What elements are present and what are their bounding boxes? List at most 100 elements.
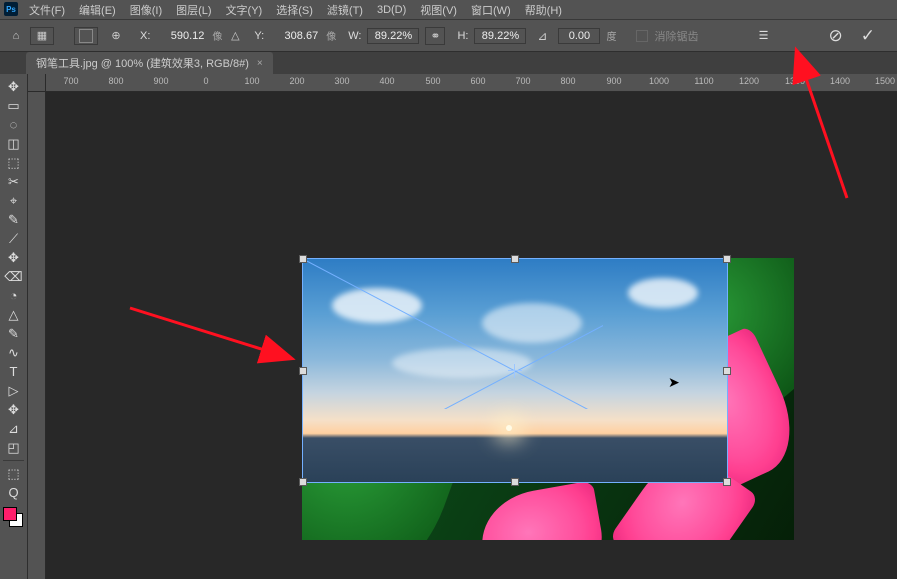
menu-3d[interactable]: 3D(D) — [370, 1, 413, 19]
dodge-tool[interactable]: ∿ — [3, 344, 25, 361]
commit-transform-icon[interactable]: ✓ — [861, 26, 875, 46]
canvas-area[interactable]: 700 800 900 0 100 200 300 400 500 600 70… — [28, 74, 897, 579]
horizontal-ruler: 700 800 900 0 100 200 300 400 500 600 70… — [46, 74, 897, 92]
move-tool[interactable]: ✥ — [3, 78, 25, 95]
ruler-tick: 100 — [244, 76, 259, 86]
ruler-tick: 1400 — [830, 76, 850, 86]
transform-handle-br[interactable] — [723, 478, 731, 486]
h-input[interactable] — [474, 28, 526, 44]
edit-toolbar-tool[interactable]: ⬚ — [3, 465, 25, 482]
ruler-tick: 900 — [153, 76, 168, 86]
y-label: Y: — [254, 30, 264, 42]
document-tab-title: 钢笔工具.jpg @ 100% (建筑效果3, RGB/8#) — [36, 55, 249, 71]
path-select-tool[interactable]: ▷ — [3, 382, 25, 399]
ruler-tick: 200 — [289, 76, 304, 86]
antialias-checkbox[interactable] — [636, 30, 648, 42]
quickmask-tool[interactable]: Q — [3, 484, 25, 501]
ruler-tick: 500 — [425, 76, 440, 86]
w-input[interactable] — [367, 28, 419, 44]
ruler-tick: 300 — [334, 76, 349, 86]
transform-handle-tm[interactable] — [511, 255, 519, 263]
vertical-ruler — [28, 92, 46, 579]
close-tab-icon[interactable]: × — [257, 58, 263, 69]
angle-input[interactable] — [558, 28, 600, 44]
ruler-tick: 700 — [63, 76, 78, 86]
blur-tool[interactable]: △ — [3, 306, 25, 323]
target-icon[interactable]: ⊕ — [104, 27, 128, 45]
eraser-tool[interactable]: ⌫ — [3, 268, 25, 285]
w-label: W: — [348, 30, 361, 42]
toolbox: ✥ ▭ ◌ ◫ ⬚ ✂ ⌖ ✎ ⟋ ✥ ⌫ ◔ △ ✎ ∿ T ▷ ✥ ⊿ ◰ … — [0, 74, 28, 579]
marquee-tool[interactable]: ▭ — [3, 97, 25, 114]
clone-tool[interactable]: ⟋ — [3, 230, 25, 247]
reference-anchor-icon[interactable]: ▦ — [30, 27, 54, 45]
ruler-tick: 1500 — [875, 76, 895, 86]
link-aspect-icon[interactable]: ⚭ — [425, 27, 445, 45]
y-input[interactable] — [270, 30, 320, 42]
menu-filter[interactable]: 滤镜(T) — [320, 0, 370, 21]
menu-bar: Ps 文件(F) 编辑(E) 图像(I) 图层(L) 文字(Y) 选择(S) 滤… — [0, 0, 897, 20]
options-right-actions: ☰ ⊘ ✓ — [759, 26, 889, 46]
foreground-swatch[interactable] — [3, 507, 17, 521]
antialias-label: 消除锯齿 — [654, 28, 698, 44]
ruler-tick: 1100 — [694, 76, 713, 86]
toolbox-divider — [3, 460, 25, 461]
ruler-tick: 600 — [470, 76, 485, 86]
ruler-tick: 400 — [379, 76, 394, 86]
triangle-icon[interactable]: △ — [228, 27, 242, 45]
menu-help[interactable]: 帮助(H) — [518, 0, 569, 21]
transform-handle-tr[interactable] — [723, 255, 731, 263]
angle-icon: ⊿ — [532, 27, 552, 45]
x-unit: 像 — [212, 28, 222, 43]
ruler-tick: 700 — [515, 76, 530, 86]
shape-tool[interactable]: ✥ — [3, 401, 25, 418]
menu-edit[interactable]: 编辑(E) — [72, 0, 123, 21]
ruler-tick: 0 — [203, 76, 208, 86]
mouse-cursor-icon: ➤ — [668, 374, 680, 391]
transform-handle-tl[interactable] — [299, 255, 307, 263]
document-tab-bar: 钢笔工具.jpg @ 100% (建筑效果3, RGB/8#) × — [0, 52, 897, 74]
ruler-tick: 800 — [560, 76, 575, 86]
menu-type[interactable]: 文字(Y) — [219, 0, 270, 21]
ruler-tick: 1200 — [739, 76, 759, 86]
workspace: ✥ ▭ ◌ ◫ ⬚ ✂ ⌖ ✎ ⟋ ✥ ⌫ ◔ △ ✎ ∿ T ▷ ✥ ⊿ ◰ … — [0, 74, 897, 579]
transform-center-ref[interactable] — [510, 366, 520, 376]
reference-point-widget[interactable] — [74, 27, 98, 45]
menu-layer[interactable]: 图层(L) — [169, 0, 218, 21]
color-swatch[interactable] — [3, 507, 25, 529]
healing-tool[interactable]: ⌖ — [3, 192, 25, 209]
ruler-tick: 1000 — [649, 76, 669, 86]
x-label: X: — [140, 30, 150, 42]
home-icon[interactable]: ⌂ — [8, 30, 24, 42]
brush-tool[interactable]: ✎ — [3, 211, 25, 228]
interpolation-icon[interactable]: ☰ — [759, 29, 769, 42]
menu-select[interactable]: 选择(S) — [269, 0, 320, 21]
menu-window[interactable]: 窗口(W) — [464, 0, 518, 21]
y-unit: 像 — [326, 28, 336, 43]
zoom-tool[interactable]: ◰ — [3, 439, 25, 456]
pen-tool[interactable]: ✎ — [3, 325, 25, 342]
crop-tool[interactable]: ◫ — [3, 135, 25, 152]
transform-handle-ml[interactable] — [299, 367, 307, 375]
ruler-corner — [28, 74, 46, 92]
frame-tool[interactable]: ⬚ — [3, 154, 25, 171]
lasso-tool[interactable]: ◌ — [3, 116, 25, 133]
cancel-transform-icon[interactable]: ⊘ — [829, 26, 843, 46]
hand-tool[interactable]: ⊿ — [3, 420, 25, 437]
transform-handle-bl[interactable] — [299, 478, 307, 486]
gradient-tool[interactable]: ◔ — [3, 287, 25, 304]
h-label: H: — [457, 30, 468, 42]
ruler-tick: 900 — [606, 76, 621, 86]
transform-handle-mr[interactable] — [723, 367, 731, 375]
menu-view[interactable]: 视图(V) — [413, 0, 464, 21]
menu-image[interactable]: 图像(I) — [123, 0, 169, 21]
transform-handle-bm[interactable] — [511, 478, 519, 486]
eyedropper-tool[interactable]: ✂ — [3, 173, 25, 190]
type-tool[interactable]: T — [3, 363, 25, 380]
free-transform-box[interactable] — [302, 258, 728, 483]
document-tab[interactable]: 钢笔工具.jpg @ 100% (建筑效果3, RGB/8#) × — [26, 52, 273, 74]
history-brush-tool[interactable]: ✥ — [3, 249, 25, 266]
transform-diagonals — [303, 259, 603, 409]
x-input[interactable] — [156, 30, 206, 42]
menu-file[interactable]: 文件(F) — [22, 0, 72, 21]
